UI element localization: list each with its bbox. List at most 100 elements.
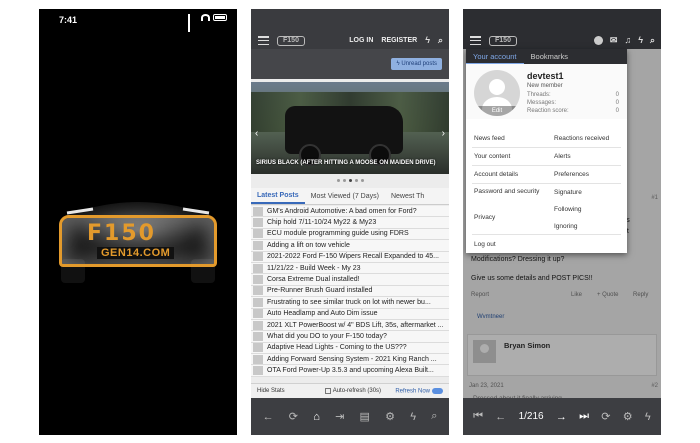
- tab-your-account[interactable]: Your account: [466, 49, 524, 65]
- lightning-icon[interactable]: ϟ: [638, 36, 643, 45]
- bottom-nav: ← ⟳ ⌂ ⇥ ▤ ⚙ ϟ ⌕: [251, 398, 449, 435]
- tab-most-viewed[interactable]: Most Viewed (7 Days): [305, 193, 385, 200]
- status-icons: [188, 14, 227, 32]
- logo-subtext: GEN14.COM: [97, 247, 175, 259]
- chevron-left-icon[interactable]: ‹: [255, 128, 258, 139]
- stat-threads: Threads: 0: [527, 92, 619, 98]
- search-icon[interactable]: ⌕: [438, 36, 443, 45]
- list-item[interactable]: 2021 XLT PowerBoost w/ 4" BDS Lift, 35s,…: [251, 320, 449, 332]
- username[interactable]: devtest1: [527, 71, 564, 81]
- avatar-icon[interactable]: [593, 36, 603, 45]
- gear-icon[interactable]: ⚙: [385, 410, 395, 423]
- avatar: [253, 309, 263, 319]
- refresh-icon[interactable]: ⟳: [601, 410, 610, 423]
- logout-link[interactable]: Log out: [474, 241, 496, 248]
- link-password-security[interactable]: Password and security: [474, 188, 544, 196]
- page-indicator[interactable]: 1/216: [519, 411, 544, 422]
- thread-title: Corsa Extreme Dual installed!: [267, 276, 360, 284]
- tab-bookmarks[interactable]: Bookmarks: [524, 52, 576, 61]
- bottom-nav: ⏮ ← 1/216 → ⏭ ⟳ ⚙ ϟ: [463, 398, 661, 435]
- search-icon[interactable]: ⌕: [650, 36, 655, 45]
- site-logo[interactable]: F150: [489, 35, 517, 46]
- hide-stats-link[interactable]: Hide Stats: [257, 388, 285, 394]
- link-account-details[interactable]: Account details: [474, 171, 518, 178]
- list-item[interactable]: GM's Android Automotive: A bad omen for …: [251, 206, 449, 218]
- site-logo[interactable]: F150: [277, 35, 305, 46]
- battery-icon: [213, 14, 227, 21]
- bell-icon[interactable]: ♫: [624, 36, 631, 45]
- chevron-right-icon[interactable]: ›: [442, 128, 445, 139]
- carousel-dots[interactable]: [251, 179, 449, 182]
- gear-icon[interactable]: ⚙: [623, 410, 633, 423]
- last-page-icon[interactable]: ⏭: [579, 410, 589, 423]
- avatar: [253, 354, 263, 364]
- login-icon[interactable]: ⇥: [335, 410, 344, 423]
- avatar[interactable]: Edit: [474, 70, 520, 116]
- status-time: 7:41: [59, 15, 78, 25]
- phone-forum-home: F150 LOG IN REGISTER ϟ ⌕ ϟ Unread posts …: [251, 9, 449, 435]
- menu-icon[interactable]: [258, 36, 269, 45]
- link-alerts[interactable]: Alerts: [554, 153, 571, 160]
- avatar-edit-link[interactable]: Edit: [474, 106, 520, 116]
- first-page-icon[interactable]: ⏮: [473, 410, 483, 423]
- search-icon[interactable]: ⌕: [431, 410, 437, 423]
- link-your-content[interactable]: Your content: [474, 153, 510, 160]
- tab-newest-threads[interactable]: Newest Th: [385, 193, 430, 200]
- link-signature[interactable]: Signature: [554, 189, 582, 196]
- lightning-icon[interactable]: ϟ: [410, 411, 416, 423]
- link-privacy[interactable]: Privacy: [474, 214, 495, 221]
- avatar: [253, 343, 263, 353]
- signal-icon: [188, 14, 198, 32]
- refresh-toggle[interactable]: [432, 387, 443, 394]
- forums-icon[interactable]: ▤: [360, 410, 370, 423]
- tab-latest-posts[interactable]: Latest Posts: [251, 188, 305, 204]
- list-item[interactable]: 2021-2022 Ford F-150 Wipers Recall Expan…: [251, 252, 449, 263]
- login-link[interactable]: LOG IN: [349, 37, 373, 44]
- link-reactions-received[interactable]: Reactions received: [554, 135, 609, 142]
- register-link[interactable]: REGISTER: [381, 37, 417, 44]
- stat-reaction-score: Reaction score: 0: [527, 108, 619, 114]
- back-icon[interactable]: ←: [263, 411, 274, 423]
- thread-title: Frustrating to see similar truck on lot …: [267, 298, 431, 306]
- avatar: [253, 263, 263, 273]
- list-item[interactable]: 11/21/22 - Build Week - My 23: [251, 263, 449, 275]
- list-footer: Hide Stats Auto-refresh (30s) Refresh No…: [251, 383, 449, 398]
- auto-refresh-checkbox[interactable]: [324, 388, 331, 394]
- link-news-feed[interactable]: News feed: [474, 135, 505, 142]
- refresh-icon[interactable]: ⟳: [289, 410, 298, 423]
- list-item[interactable]: What did you DO to your F-150 today?: [251, 331, 449, 343]
- menu-icon[interactable]: [470, 36, 481, 45]
- list-item[interactable]: Adaptive Head Lights - Coming to the US?…: [251, 343, 449, 355]
- unread-posts-button[interactable]: ϟ Unread posts: [391, 58, 442, 70]
- list-item[interactable]: Adding a lift on tow vehicle: [251, 240, 449, 252]
- link-ignoring[interactable]: Ignoring: [554, 223, 578, 230]
- list-item[interactable]: OTA Ford Power-Up 3.5.3 and upcoming Ale…: [251, 365, 449, 377]
- list-item[interactable]: Pre-Runner Brush Guard installed: [251, 286, 449, 298]
- account-links: News feed Reactions received Your conten…: [466, 119, 627, 253]
- list-item[interactable]: Corsa Extreme Dual installed!: [251, 274, 449, 286]
- list-item[interactable]: ECU module programming guide using FDRS: [251, 229, 449, 241]
- avatar: [253, 218, 263, 228]
- phone-account-menu: F150 ✉ ♫ ϟ ⌕ #1 t's ut Modifications? Dr…: [463, 9, 661, 435]
- refresh-now-link[interactable]: Refresh Now: [395, 387, 443, 394]
- stat-messages: Messages: 0: [527, 100, 619, 106]
- thread-title: What did you DO to your F-150 today?: [267, 332, 387, 340]
- forward-icon[interactable]: →: [556, 411, 567, 423]
- back-icon[interactable]: ←: [495, 411, 506, 423]
- hero-caption: SIRIUS BLACK (AFTER HITTING A MOOSE ON M…: [256, 160, 436, 166]
- thread-tabs: Latest Posts Most Viewed (7 Days) Newest…: [251, 188, 449, 205]
- list-item[interactable]: Auto Headlamp and Auto Dim issue: [251, 309, 449, 320]
- home-icon[interactable]: ⌂: [313, 411, 320, 423]
- featured-image[interactable]: ‹ › SIRIUS BLACK (AFTER HITTING A MOOSE …: [251, 82, 449, 174]
- thread-title: Adding a lift on tow vehicle: [267, 241, 350, 249]
- list-item[interactable]: Frustrating to see similar truck on lot …: [251, 297, 449, 309]
- wifi-icon: [201, 14, 210, 21]
- mail-icon[interactable]: ✉: [610, 36, 618, 45]
- list-item[interactable]: Adding Forward Sensing System - 2021 Kin…: [251, 354, 449, 366]
- lightning-icon[interactable]: ϟ: [425, 36, 430, 45]
- lightning-icon[interactable]: ϟ: [645, 411, 651, 423]
- link-preferences[interactable]: Preferences: [554, 171, 589, 178]
- thread-title: ECU module programming guide using FDRS: [267, 230, 409, 238]
- link-following[interactable]: Following: [554, 206, 581, 213]
- list-item[interactable]: Chip hold 7/11-10/24 My22 & My23: [251, 217, 449, 229]
